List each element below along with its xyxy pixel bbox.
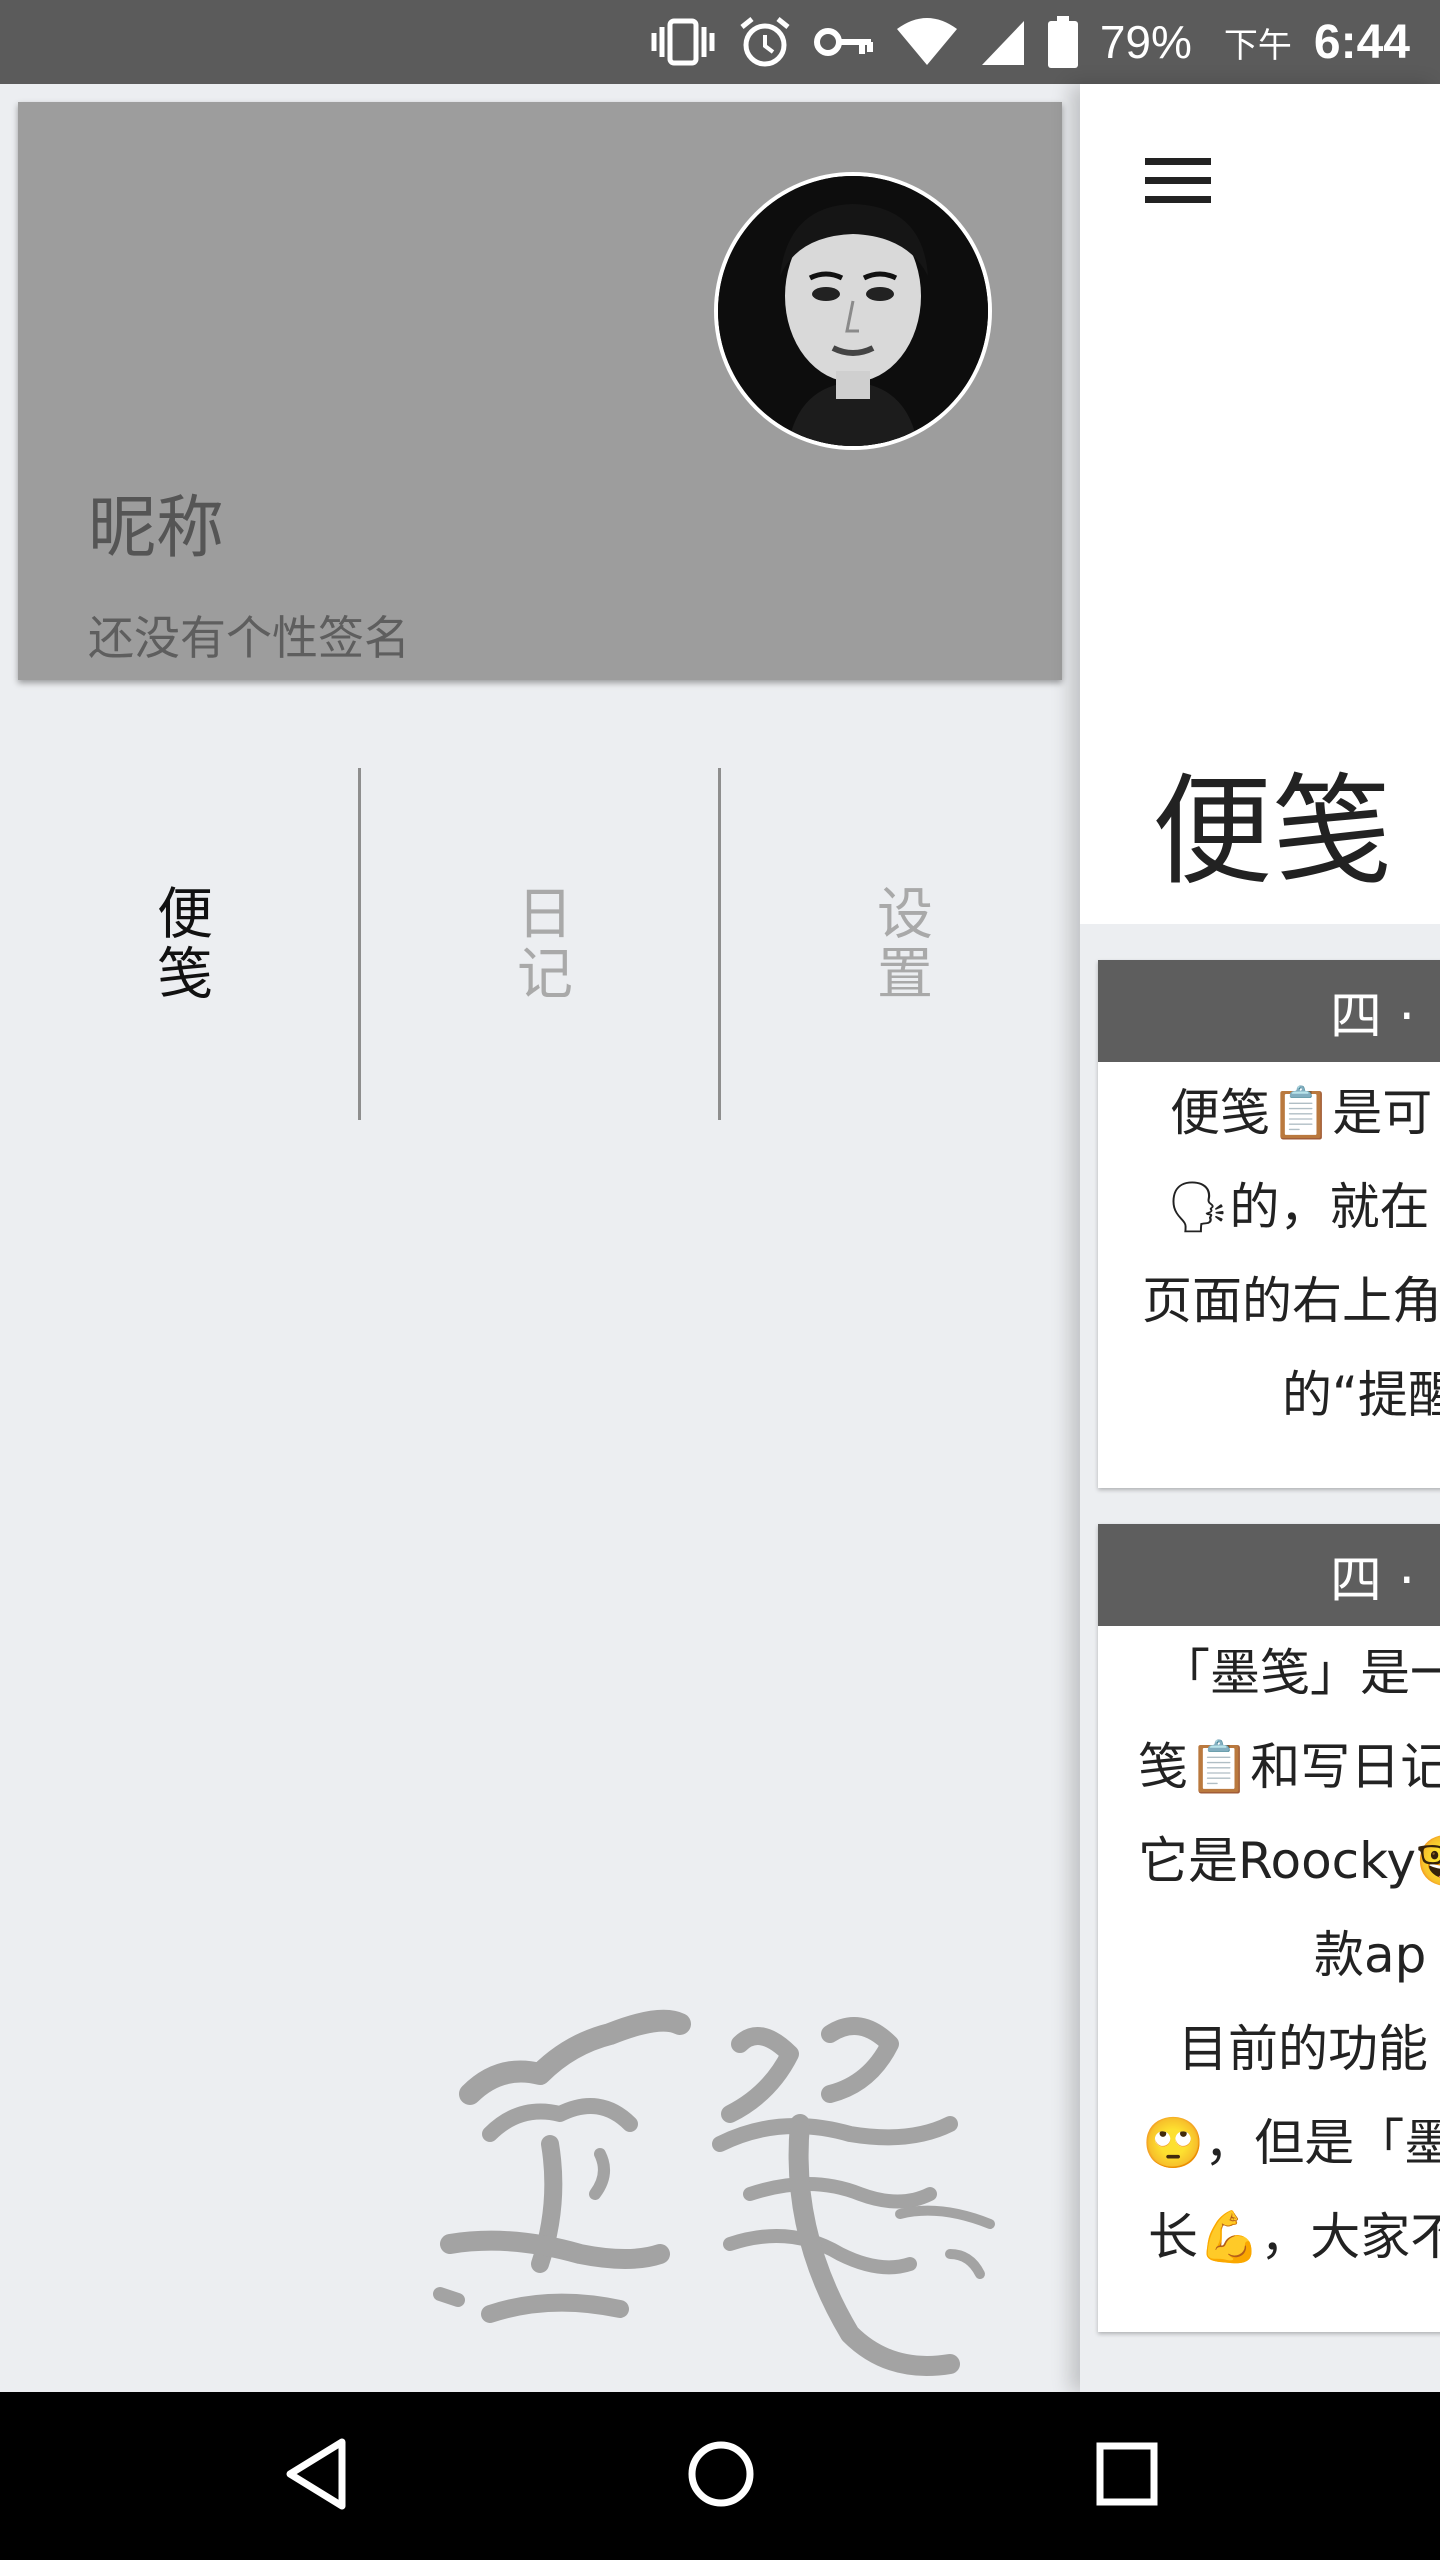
note-card[interactable]: 四 · 「墨笺」是一 笺📋和写日记 它是Roocky🤓 款ap 目前的功能 🙄，… bbox=[1098, 1524, 1440, 2332]
profile-card[interactable]: 昵称 还没有个性签名 bbox=[18, 102, 1062, 680]
alarm-icon bbox=[740, 17, 790, 67]
note-line: 🗣的，就在 bbox=[1166, 1178, 1430, 1236]
avatar[interactable] bbox=[714, 172, 992, 450]
vpn-key-icon bbox=[813, 28, 873, 56]
avatar-portrait-icon bbox=[718, 176, 988, 446]
note-card[interactable]: 四 · 便笺📋是可 🗣的，就在 页面的右上角 的“提醒 bbox=[1098, 960, 1440, 1488]
main-page: 便笺 四 · 便笺📋是可 🗣的，就在 页面的右上角 的“提醒 四 · 「墨笺」是… bbox=[1080, 84, 1440, 2392]
status-bar: 79% 下午 6:44 bbox=[0, 0, 1440, 84]
signal-icon bbox=[981, 21, 1024, 65]
hamburger-menu-icon[interactable] bbox=[1145, 156, 1211, 206]
tab-notes[interactable]: 便笺 bbox=[0, 768, 360, 1120]
note-date: 四 · bbox=[1098, 1524, 1440, 1626]
tab-diary-label: 日记 bbox=[507, 884, 573, 1004]
note-date: 四 · bbox=[1098, 960, 1440, 1062]
nickname[interactable]: 昵称 bbox=[88, 472, 224, 571]
home-icon[interactable] bbox=[686, 2436, 756, 2512]
brand-calligraphy-logo bbox=[433, 2009, 995, 2376]
time-ampm: 下午 bbox=[1223, 25, 1292, 66]
wifi-icon bbox=[896, 18, 957, 65]
tab-settings-label: 设置 bbox=[867, 884, 933, 1004]
note-line: 长💪，大家不 bbox=[1148, 2208, 1440, 2266]
battery-percent: 79% bbox=[1099, 16, 1192, 68]
note-line: 「墨笺」是一 bbox=[1160, 1644, 1440, 1702]
note-line: 款ap bbox=[1314, 1926, 1427, 1984]
navigation-drawer: 昵称 还没有个性签名 便笺 日记 设置 bbox=[0, 84, 1080, 2392]
note-line: 的“提醒 bbox=[1282, 1366, 1440, 1424]
tab-settings[interactable]: 设置 bbox=[720, 768, 1080, 1120]
main-header: 便笺 bbox=[1080, 84, 1440, 924]
clock-time: 6:44 bbox=[1313, 15, 1410, 69]
note-line: 页面的右上角 bbox=[1142, 1272, 1440, 1330]
drawer-tabs: 便笺 日记 设置 bbox=[0, 768, 1080, 1120]
note-line: 目前的功能 bbox=[1178, 2020, 1428, 2078]
recents-icon[interactable] bbox=[1094, 2436, 1158, 2512]
signature[interactable]: 还没有个性签名 bbox=[88, 602, 410, 668]
note-line: 它是Roocky🤓 bbox=[1138, 1832, 1440, 1890]
tab-notes-label: 便笺 bbox=[147, 884, 213, 1004]
note-body: 便笺📋是可 🗣的，就在 页面的右上角 的“提醒 bbox=[1098, 1062, 1440, 1438]
battery-icon bbox=[1047, 16, 1078, 68]
vibrate-icon bbox=[651, 18, 715, 66]
note-body: 「墨笺」是一 笺📋和写日记 它是Roocky🤓 款ap 目前的功能 🙄，但是「墨… bbox=[1098, 1626, 1440, 2284]
tab-diary[interactable]: 日记 bbox=[360, 768, 720, 1120]
back-icon[interactable] bbox=[284, 2436, 348, 2512]
system-nav-bar bbox=[0, 2392, 1440, 2560]
page-title: 便笺 bbox=[1152, 763, 1392, 902]
note-line: 便笺📋是可 bbox=[1170, 1084, 1433, 1142]
note-line: 笺📋和写日记 bbox=[1138, 1738, 1440, 1796]
note-line: 🙄，但是「墨 bbox=[1142, 2114, 1440, 2172]
